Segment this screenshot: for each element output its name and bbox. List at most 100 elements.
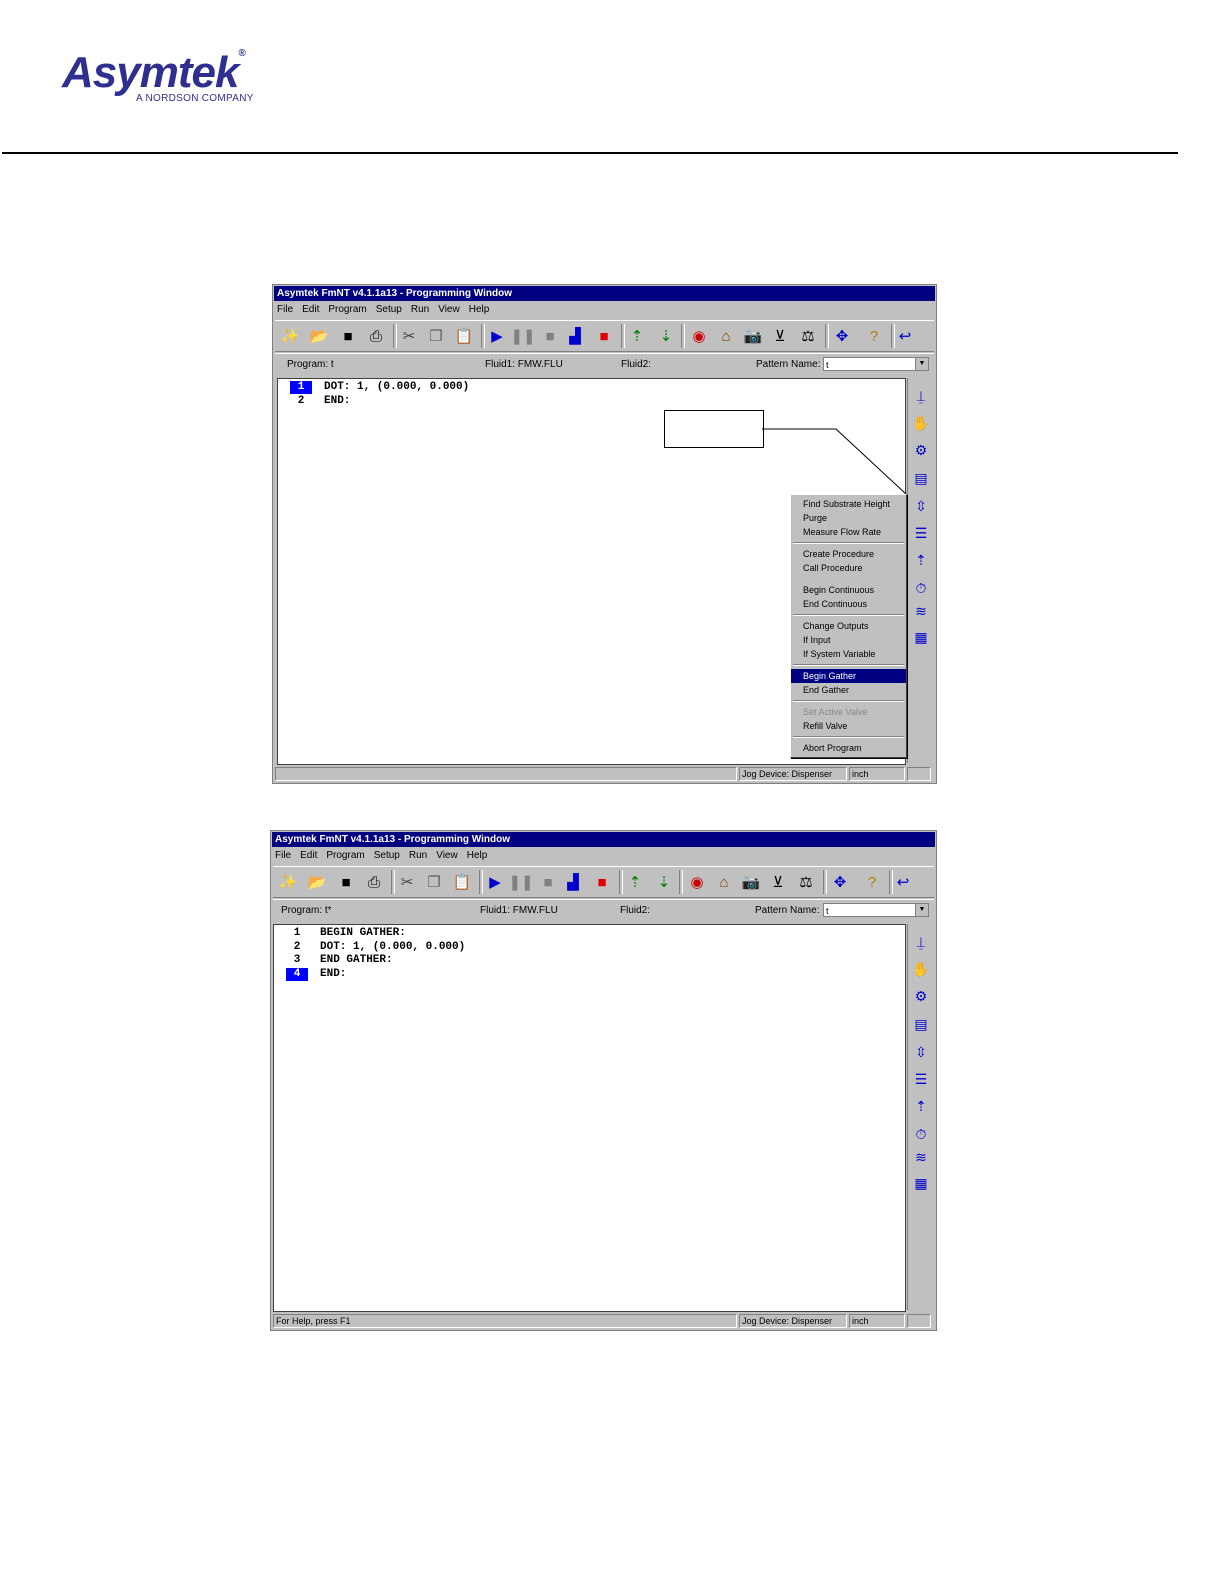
program-line[interactable]: 1 BEGIN GATHER: [274,927,406,940]
print-icon[interactable]: ⎙ [365,325,387,347]
download-icon[interactable]: ⇣ [655,325,677,347]
program-line[interactable]: 2 DOT: 1, (0.000, 0.000) [274,941,466,954]
menu-view[interactable]: View [436,850,458,861]
help-icon[interactable]: ? [861,871,883,893]
chevron-down-icon[interactable]: ▼ [915,904,928,916]
home-icon[interactable]: ⌂ [713,871,735,893]
run-icon[interactable]: ▶ [484,871,506,893]
outputs-icon[interactable]: ⇡ [909,548,933,572]
step-icon[interactable]: ▟ [562,871,584,893]
upload-icon[interactable]: ⇡ [626,325,648,347]
run-icon[interactable]: ▶ [486,325,508,347]
procedure-icon[interactable]: ▤ [909,1012,933,1036]
paste-icon[interactable]: 📋 [453,325,475,347]
height-sense-icon[interactable]: ⍊ [909,384,933,408]
flow-rate-icon[interactable]: ⚙ [909,984,933,1008]
download-icon[interactable]: ⇣ [653,871,675,893]
menu-item-find-substrate-height[interactable]: Find Substrate Height [791,497,906,511]
menu-item-change-outputs[interactable]: Change Outputs [791,619,906,633]
menu-item-measure-flow-rate[interactable]: Measure Flow Rate [791,525,906,539]
paste-icon[interactable]: 📋 [451,871,473,893]
needle-icon[interactable]: ⊻ [769,325,791,347]
menu-file[interactable]: File [277,304,293,315]
menu-item-begin-gather[interactable]: Begin Gather [791,669,906,683]
timer-icon[interactable]: ⏱ [909,576,933,600]
pause-icon[interactable]: ❚❚ [508,871,533,893]
scale-icon[interactable]: ⚖ [795,871,817,893]
menu-item-end-gather[interactable]: End Gather [791,683,906,697]
menu-item-if-system-variable[interactable]: If System Variable [791,647,906,661]
fluid-drop-icon[interactable]: ◉ [688,325,710,347]
menu-item-abort-program[interactable]: Abort Program [791,741,906,755]
copy-icon[interactable]: ❐ [423,871,445,893]
open-folder-icon[interactable]: 📂 [306,871,328,893]
program-line[interactable]: 3 END GATHER: [274,954,393,967]
continuous-icon[interactable]: ⇳ [909,1040,933,1064]
pause-icon[interactable]: ❚❚ [510,325,535,347]
cut-icon[interactable]: ✂ [398,325,420,347]
program-line[interactable]: 2 END: [278,395,351,408]
timer-icon[interactable]: ⏱ [909,1122,933,1146]
menu-view[interactable]: View [438,304,460,315]
menu-item-create-procedure[interactable]: Create Procedure [791,547,906,561]
menu-item-end-continuous[interactable]: End Continuous [791,597,906,611]
pattern-name-combo[interactable]: t ▼ [823,903,929,917]
menu-help[interactable]: Help [467,850,488,861]
needle-icon[interactable]: ⊻ [767,871,789,893]
gather-icon[interactable]: ≋ [909,599,933,623]
step-icon[interactable]: ▟ [564,325,586,347]
menu-run[interactable]: Run [411,304,429,315]
open-folder-icon[interactable]: 📂 [308,325,330,347]
menu-item-refill-valve[interactable]: Refill Valve [791,719,906,733]
purge-icon[interactable]: ✋ [909,411,933,435]
print-icon[interactable]: ⎙ [363,871,385,893]
menu-item-begin-continuous[interactable]: Begin Continuous [791,583,906,597]
camera-icon[interactable]: 📷 [742,325,764,347]
program-line[interactable]: 4 END: [274,967,346,981]
cut-icon[interactable]: ✂ [396,871,418,893]
menu-item-if-input[interactable]: If Input [791,633,906,647]
copy-icon[interactable]: ❐ [425,325,447,347]
wizard-icon[interactable]: ✨ [277,871,299,893]
chevron-down-icon[interactable]: ▼ [915,358,928,370]
list-icon[interactable]: ☰ [909,521,933,545]
scale-icon[interactable]: ⚖ [797,325,819,347]
menu-run[interactable]: Run [409,850,427,861]
menu-item-call-procedure[interactable]: Call Procedure [791,561,906,575]
wizard-icon[interactable]: ✨ [279,325,301,347]
menu-program[interactable]: Program [328,304,366,315]
pattern-name-combo[interactable]: t ▼ [823,357,929,371]
array-icon[interactable]: ▦ [909,1171,933,1195]
height-sense-icon[interactable]: ⍊ [909,930,933,954]
stop-gray-icon[interactable]: ■ [539,325,561,347]
menu-program[interactable]: Program [326,850,364,861]
main-return-icon[interactable]: ↩ [892,871,914,893]
move-arrows-icon[interactable]: ✥ [829,871,851,893]
menu-file[interactable]: File [275,850,291,861]
menu-edit[interactable]: Edit [300,850,317,861]
menu-help[interactable]: Help [469,304,490,315]
array-icon[interactable]: ▦ [909,625,933,649]
home-icon[interactable]: ⌂ [715,325,737,347]
menu-setup[interactable]: Setup [376,304,402,315]
list-icon[interactable]: ☰ [909,1067,933,1091]
save-disk-icon[interactable]: ■ [335,871,357,893]
move-arrows-icon[interactable]: ✥ [831,325,853,347]
outputs-icon[interactable]: ⇡ [909,1094,933,1118]
gather-icon[interactable]: ≋ [909,1145,933,1169]
stop-red-icon[interactable]: ■ [593,325,615,347]
stop-gray-icon[interactable]: ■ [537,871,559,893]
main-return-icon[interactable]: ↩ [894,325,916,347]
menu-edit[interactable]: Edit [302,304,319,315]
purge-icon[interactable]: ✋ [909,957,933,981]
camera-icon[interactable]: 📷 [740,871,762,893]
save-disk-icon[interactable]: ■ [337,325,359,347]
upload-icon[interactable]: ⇡ [624,871,646,893]
program-line[interactable]: 1 DOT: 1, (0.000, 0.000) [278,381,469,394]
menu-item-purge[interactable]: Purge [791,511,906,525]
flow-rate-icon[interactable]: ⚙ [909,438,933,462]
stop-red-icon[interactable]: ■ [591,871,613,893]
fluid-drop-icon[interactable]: ◉ [686,871,708,893]
procedure-icon[interactable]: ▤ [909,466,933,490]
program-editor[interactable]: 1 BEGIN GATHER: 2 DOT: 1, (0.000, 0.000) 3 EN… [273,924,906,1312]
